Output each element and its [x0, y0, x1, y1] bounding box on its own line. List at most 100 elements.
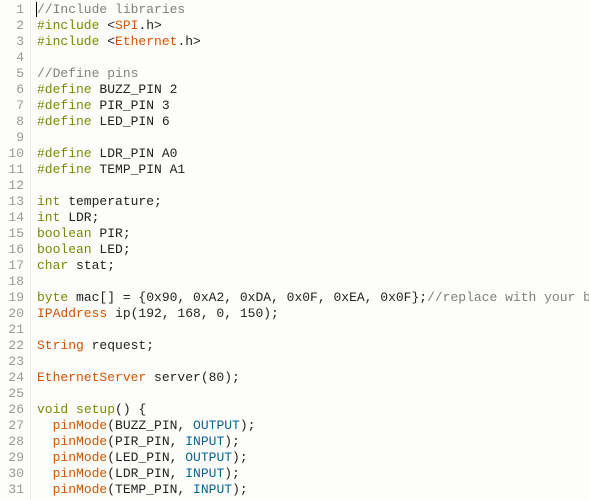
code-token: .h> — [177, 34, 200, 49]
code-line[interactable]: pinMode(PIR_PIN, INPUT); — [37, 434, 589, 450]
code-token: boolean — [37, 226, 92, 241]
code-line[interactable]: #define PIR_PIN 3 — [37, 98, 589, 114]
code-line[interactable]: #define TEMP_PIN A1 — [37, 162, 589, 178]
code-line[interactable]: #define LED_PIN 6 — [37, 114, 589, 130]
line-number: 2 — [4, 18, 24, 34]
line-number-gutter: 1234567891011121314151617181920212223242… — [0, 0, 31, 500]
code-line[interactable] — [37, 322, 589, 338]
line-number: 6 — [4, 82, 24, 98]
code-token: //replace with your board's — [427, 290, 589, 305]
code-line[interactable] — [37, 386, 589, 402]
code-line[interactable]: //Define pins — [37, 66, 589, 82]
line-number: 29 — [4, 450, 24, 466]
code-token — [68, 402, 76, 417]
code-token: LED_PIN 6 — [92, 114, 170, 129]
line-number: 12 — [4, 178, 24, 194]
code-token: ); — [232, 450, 248, 465]
code-token — [37, 418, 53, 433]
line-number: 3 — [4, 34, 24, 50]
code-line[interactable]: int LDR; — [37, 210, 589, 226]
code-token: #define — [37, 146, 92, 161]
code-token: mac[] = {0x90, 0xA2, 0xDA, 0x0F, 0xEA, 0… — [68, 290, 427, 305]
code-line[interactable]: boolean LED; — [37, 242, 589, 258]
line-number: 30 — [4, 466, 24, 482]
code-line[interactable]: #define LDR_PIN A0 — [37, 146, 589, 162]
line-number: 28 — [4, 434, 24, 450]
code-token: LED; — [92, 242, 131, 257]
code-token: #define — [37, 162, 92, 177]
code-token: #define — [37, 82, 92, 97]
code-line[interactable] — [37, 50, 589, 66]
code-token: #include — [37, 34, 107, 49]
code-token: setup — [76, 402, 115, 417]
code-token: .h> — [138, 18, 161, 33]
line-number: 4 — [4, 50, 24, 66]
code-token: pinMode — [53, 466, 108, 481]
code-line[interactable]: void setup() { — [37, 402, 589, 418]
line-number: 11 — [4, 162, 24, 178]
code-token: boolean — [37, 242, 92, 257]
code-token: OUTPUT — [185, 450, 232, 465]
code-line[interactable]: IPAddress ip(192, 168, 0, 150); — [37, 306, 589, 322]
code-line[interactable] — [37, 178, 589, 194]
code-line[interactable] — [37, 274, 589, 290]
line-number: 23 — [4, 354, 24, 370]
code-token: < — [107, 34, 115, 49]
code-token: ); — [232, 482, 248, 497]
code-token: TEMP_PIN A1 — [92, 162, 186, 177]
code-line[interactable]: #include <Ethernet.h> — [37, 34, 589, 50]
code-token: (TEMP_PIN, — [107, 482, 193, 497]
code-line[interactable]: boolean PIR; — [37, 226, 589, 242]
code-token: int — [37, 194, 60, 209]
code-token — [37, 466, 53, 481]
code-line[interactable]: pinMode(TEMP_PIN, INPUT); — [37, 482, 589, 498]
line-number: 19 — [4, 290, 24, 306]
code-token: String — [37, 338, 84, 353]
code-token: Ethernet — [115, 34, 177, 49]
line-number: 10 — [4, 146, 24, 162]
code-token: INPUT — [193, 482, 232, 497]
code-line[interactable] — [37, 130, 589, 146]
code-editor: 1234567891011121314151617181920212223242… — [0, 0, 589, 500]
line-number: 20 — [4, 306, 24, 322]
code-area[interactable]: //Include libraries#include <SPI.h>#incl… — [31, 0, 589, 500]
code-line[interactable]: pinMode(LDR_PIN, INPUT); — [37, 466, 589, 482]
code-token: (BUZZ_PIN, — [107, 418, 193, 433]
line-number: 13 — [4, 194, 24, 210]
code-token: byte — [37, 290, 68, 305]
line-number: 9 — [4, 130, 24, 146]
code-token: #define — [37, 114, 92, 129]
code-token: #define — [37, 98, 92, 113]
code-line[interactable]: pinMode(BUZZ_PIN, OUTPUT); — [37, 418, 589, 434]
line-number: 8 — [4, 114, 24, 130]
code-line[interactable]: #include <SPI.h> — [37, 18, 589, 34]
code-token: char — [37, 258, 68, 273]
code-token: #include — [37, 18, 107, 33]
code-token: INPUT — [185, 434, 224, 449]
line-number: 31 — [4, 482, 24, 498]
code-token: //Define pins — [37, 66, 138, 81]
code-line[interactable]: byte mac[] = {0x90, 0xA2, 0xDA, 0x0F, 0x… — [37, 290, 589, 306]
code-line[interactable]: char stat; — [37, 258, 589, 274]
code-token — [37, 450, 53, 465]
code-token: () { — [115, 402, 146, 417]
line-number: 25 — [4, 386, 24, 402]
line-number: 5 — [4, 66, 24, 82]
code-line[interactable]: pinMode(LED_PIN, OUTPUT); — [37, 450, 589, 466]
code-token: EthernetServer — [37, 370, 146, 385]
code-line[interactable]: //Include libraries — [37, 2, 589, 18]
code-token: IPAddress — [37, 306, 107, 321]
code-token: void — [37, 402, 68, 417]
code-line[interactable]: int temperature; — [37, 194, 589, 210]
code-token: ); — [224, 466, 240, 481]
code-token: pinMode — [53, 450, 108, 465]
code-line[interactable]: EthernetServer server(80); — [37, 370, 589, 386]
line-number: 22 — [4, 338, 24, 354]
code-line[interactable]: #define BUZZ_PIN 2 — [37, 82, 589, 98]
line-number: 15 — [4, 226, 24, 242]
code-line[interactable]: String request; — [37, 338, 589, 354]
code-line[interactable] — [37, 354, 589, 370]
code-token: BUZZ_PIN 2 — [92, 82, 178, 97]
code-token: temperature; — [60, 194, 161, 209]
code-token: stat; — [68, 258, 115, 273]
